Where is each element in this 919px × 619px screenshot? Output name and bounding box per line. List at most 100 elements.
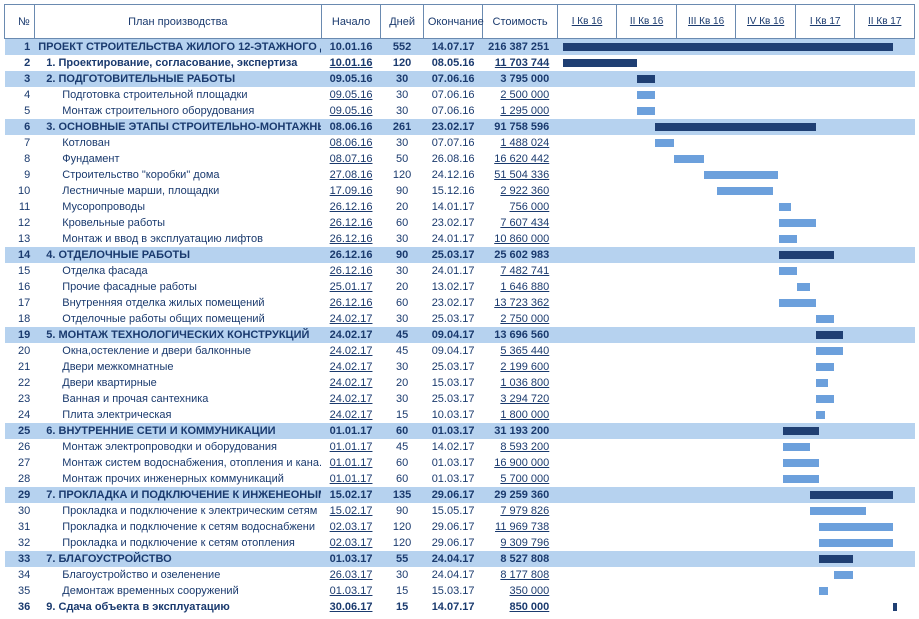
row-start: 01.03.17 [321, 583, 381, 599]
row-days: 120 [381, 535, 424, 551]
table-row: 26Монтаж электропроводки и оборудования0… [5, 439, 915, 455]
row-cost: 850 000 [483, 599, 557, 615]
header-end: Окончание [423, 5, 483, 39]
row-cost: 1 036 800 [483, 375, 557, 391]
row-cost: 2 500 000 [483, 87, 557, 103]
row-name: Окна,остекление и двери балконные [34, 343, 321, 359]
row-days: 30 [381, 87, 424, 103]
row-cost: 11 969 738 [483, 519, 557, 535]
row-days: 30 [381, 263, 424, 279]
gantt-bar [893, 603, 897, 611]
gantt-bar [819, 523, 893, 531]
gantt-cell [557, 359, 914, 375]
row-start: 08.07.16 [321, 151, 381, 167]
table-row: 17Внутренняя отделка жилых помещений26.1… [5, 295, 915, 311]
gantt-bar [816, 363, 834, 371]
gantt-cell [557, 423, 914, 439]
table-row: 4Подготовка строительной площадки09.05.1… [5, 87, 915, 103]
row-end: 01.03.17 [423, 455, 483, 471]
row-end: 15.05.17 [423, 503, 483, 519]
row-name: 2. ПОДГОТОВИТЕЛЬНЫЕ РАБОТЫ [34, 71, 321, 87]
gantt-cell [557, 343, 914, 359]
row-days: 45 [381, 439, 424, 455]
row-end: 09.04.17 [423, 343, 483, 359]
row-start: 17.09.16 [321, 183, 381, 199]
row-days: 45 [381, 343, 424, 359]
row-end: 23.02.17 [423, 295, 483, 311]
row-num: 1 [5, 39, 35, 55]
row-end: 24.12.16 [423, 167, 483, 183]
gantt-cell [557, 391, 914, 407]
row-start: 26.12.16 [321, 295, 381, 311]
row-name: Кровельные работы [34, 215, 321, 231]
row-num: 4 [5, 87, 35, 103]
row-name: Монтаж прочих инженерных коммуникаций [34, 471, 321, 487]
row-start: 24.02.17 [321, 375, 381, 391]
row-cost: 350 000 [483, 583, 557, 599]
row-end: 07.06.16 [423, 71, 483, 87]
row-num: 32 [5, 535, 35, 551]
row-days: 60 [381, 471, 424, 487]
row-cost: 29 259 360 [483, 487, 557, 503]
row-end: 10.03.17 [423, 407, 483, 423]
row-start: 10.01.16 [321, 55, 381, 71]
table-row: 144. ОТДЕЛОЧНЫЕ РАБОТЫ26.12.169025.03.17… [5, 247, 915, 263]
gantt-bar [779, 267, 797, 275]
gantt-bar [834, 571, 852, 579]
table-row: 11Мусоропроводы26.12.162014.01.17756 000 [5, 199, 915, 215]
row-end: 25.03.17 [423, 247, 483, 263]
row-name: Строительство "коробки" дома [34, 167, 321, 183]
row-days: 30 [381, 103, 424, 119]
header-start: Начало [321, 5, 381, 39]
row-cost: 8 177 808 [483, 567, 557, 583]
row-num: 12 [5, 215, 35, 231]
row-end: 26.08.16 [423, 151, 483, 167]
row-end: 14.01.17 [423, 199, 483, 215]
gantt-cell [557, 599, 914, 615]
row-end: 25.03.17 [423, 359, 483, 375]
row-start: 27.08.16 [321, 167, 381, 183]
row-start: 24.02.17 [321, 391, 381, 407]
row-days: 261 [381, 119, 424, 135]
table-row: 7Котлован08.06.163007.07.161 488 024 [5, 135, 915, 151]
row-cost: 1 800 000 [483, 407, 557, 423]
row-end: 07.06.16 [423, 103, 483, 119]
row-days: 30 [381, 231, 424, 247]
table-row: 16Прочие фасадные работы25.01.172013.02.… [5, 279, 915, 295]
table-row: 337. БЛАГОУСТРОЙСТВО01.03.175524.04.178 … [5, 551, 915, 567]
row-num: 10 [5, 183, 35, 199]
row-num: 13 [5, 231, 35, 247]
row-cost: 1 488 024 [483, 135, 557, 151]
row-days: 60 [381, 423, 424, 439]
row-num: 19 [5, 327, 35, 343]
gantt-cell [557, 567, 914, 583]
row-name: Лестничные марши, площадки [34, 183, 321, 199]
table-row: 195. МОНТАЖ ТЕХНОЛОГИЧЕСКИХ КОНСТРУКЦИЙ2… [5, 327, 915, 343]
gantt-cell [557, 119, 914, 135]
gantt-bar [779, 235, 797, 243]
row-cost: 51 504 336 [483, 167, 557, 183]
row-cost: 5 700 000 [483, 471, 557, 487]
row-cost: 9 309 796 [483, 535, 557, 551]
table-row: 32. ПОДГОТОВИТЕЛЬНЫЕ РАБОТЫ09.05.163007.… [5, 71, 915, 87]
row-name: Благоустройство и озеленение [34, 567, 321, 583]
row-num: 34 [5, 567, 35, 583]
row-end: 24.04.17 [423, 551, 483, 567]
table-row: 23Ванная и прочая сантехника24.02.173025… [5, 391, 915, 407]
row-cost: 13 696 560 [483, 327, 557, 343]
gantt-bar [637, 75, 655, 83]
row-num: 8 [5, 151, 35, 167]
row-start: 01.01.17 [321, 471, 381, 487]
gantt-cell [557, 375, 914, 391]
gantt-bar [655, 139, 673, 147]
gantt-cell [557, 135, 914, 151]
row-name: Прокладка и подключение к сетям отоплени… [34, 535, 321, 551]
row-name: Отделка фасада [34, 263, 321, 279]
row-end: 23.02.17 [423, 119, 483, 135]
row-start: 24.02.17 [321, 359, 381, 375]
table-row: 63. ОСНОВНЫЕ ЭТАПЫ СТРОИТЕЛЬНО-МОНТАЖНЫХ… [5, 119, 915, 135]
table-row: 28Монтаж прочих инженерных коммуникаций0… [5, 471, 915, 487]
gantt-cell [557, 551, 914, 567]
header-q1: I Кв 16 [557, 5, 617, 39]
row-name: Прочие фасадные работы [34, 279, 321, 295]
